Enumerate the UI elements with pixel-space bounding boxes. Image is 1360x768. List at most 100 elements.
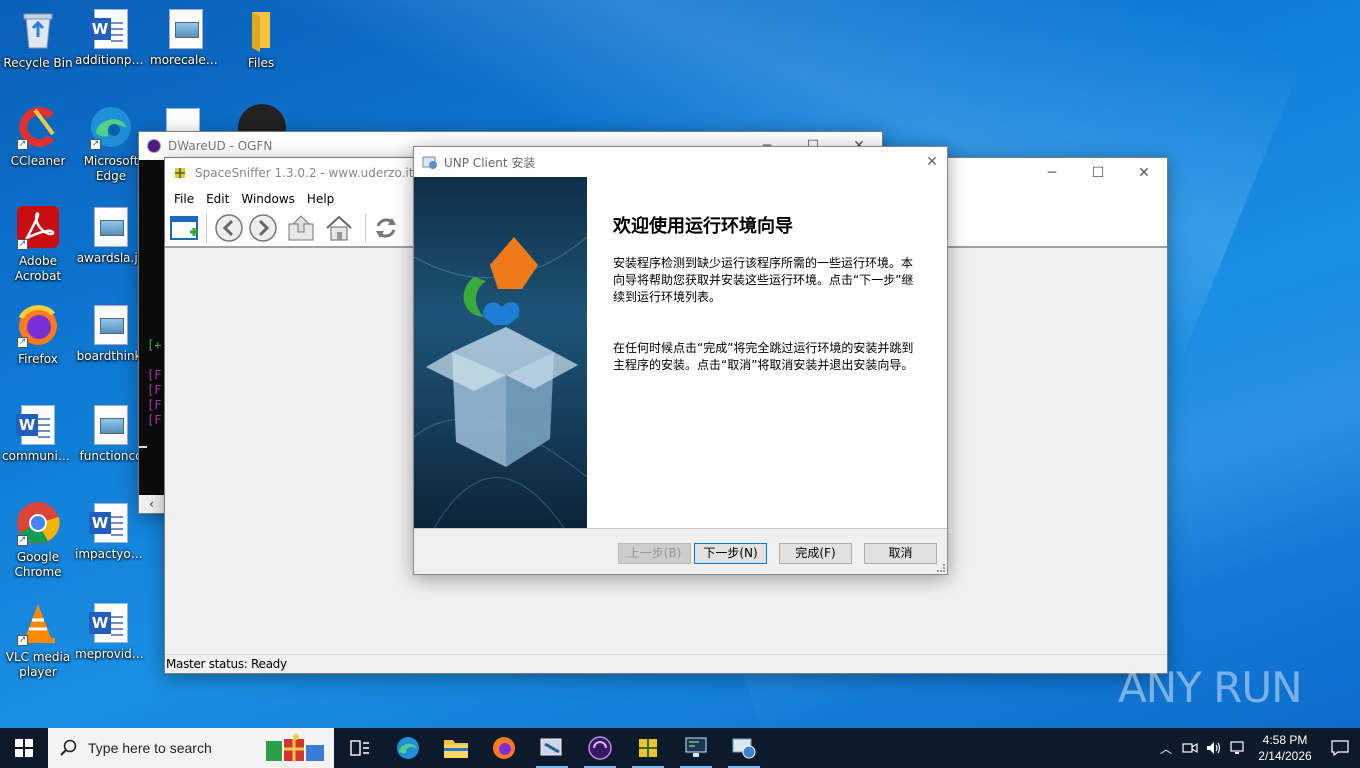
task-view-icon (350, 740, 369, 756)
installer-dialog[interactable]: UNP Client 安装 ✕ 欢迎使用运行环境向导 安装程序检测到缺少运行该程… (413, 146, 948, 575)
word-document-icon: W (16, 405, 55, 445)
installer-app-icon (422, 154, 438, 170)
installer-paragraph-2: 在任何时候点击“完成”将完全跳过运行环境的安装并跳到主程序的安装。点击“取消”将… (613, 341, 914, 372)
desktop-icon-firefox[interactable]: ↗ Firefox (0, 302, 76, 367)
master-status: Master status: Ready (166, 657, 287, 671)
meet-now-icon[interactable] (1178, 728, 1202, 768)
desktop-icon-adobe-acrobat[interactable]: ↗ Adobe Acrobat (0, 204, 76, 284)
next-button[interactable]: 下一步(N) (694, 543, 767, 564)
installer-body: 欢迎使用运行环境向导 安装程序检测到缺少运行该程序所需的一些运行环境。本向导将帮… (414, 177, 947, 528)
refresh-icon[interactable] (370, 212, 404, 244)
installer-banner (414, 177, 587, 528)
home-icon[interactable] (323, 212, 361, 244)
word-document-icon: W (89, 603, 128, 643)
search-placeholder: Type here to search (88, 740, 212, 756)
taskbar-edge[interactable] (384, 728, 432, 768)
desktop-icon-vlc[interactable]: ↗ VLC media player (0, 600, 76, 680)
desktop-icon-communic[interactable]: W communic... (0, 402, 76, 464)
watermark-text: ANY RUN (1118, 662, 1302, 712)
image-file-icon (169, 9, 203, 49)
notification-button[interactable] (1320, 728, 1360, 768)
desktop-icon-google-chrome[interactable]: ↗ Google Chrome (0, 500, 76, 580)
taskbar-firefox[interactable] (480, 728, 528, 768)
search-box[interactable]: Type here to search (48, 728, 334, 768)
menu-help[interactable]: Help (301, 192, 340, 206)
desktop-icon-meprovide[interactable]: W meprovide... (73, 600, 149, 662)
spacesniffer-icon (639, 739, 657, 757)
installer-title: UNP Client 安装 (444, 155, 536, 170)
acrobat-icon: ↗ (15, 204, 61, 250)
back-icon[interactable] (213, 212, 247, 244)
clock[interactable]: 4:58 PM 2/14/2026 (1250, 728, 1320, 768)
folder-icon (444, 740, 468, 758)
taskbar-app-2[interactable] (672, 728, 720, 768)
installer-titlebar[interactable]: UNP Client 安装 ✕ (414, 147, 947, 177)
cancel-button[interactable]: 取消 (864, 543, 937, 564)
installer-paragraph-1: 安装程序检测到缺少运行该程序所需的一些运行环境。本向导将帮助您获取并安装这些运行… (613, 256, 914, 304)
installer-app-icon (540, 738, 562, 756)
firefox-icon: ↗ (15, 302, 61, 348)
recycle-bin-icon (15, 6, 61, 52)
desktop-icon-morecalen[interactable]: morecalen... (148, 6, 224, 68)
spacesniffer-app-icon (173, 166, 187, 180)
folder-icon (238, 6, 284, 52)
taskbar-app-3[interactable] (720, 728, 768, 768)
firefox-icon (493, 737, 515, 759)
status-bar: Master status: Ready (165, 654, 1167, 673)
console-cursor (139, 446, 147, 448)
menu-file[interactable]: File (168, 192, 200, 206)
search-highlight-icon (262, 733, 328, 763)
windows-icon (15, 739, 33, 757)
dwareud-icon (588, 736, 612, 760)
ccleaner-icon: ↗ (15, 104, 61, 150)
installer-heading: 欢迎使用运行环境向导 (613, 216, 793, 237)
word-document-icon: W (89, 9, 128, 49)
edge-icon: ↗ (88, 104, 134, 150)
desktop-icon-files[interactable]: Files (223, 6, 299, 71)
dwareud-title: DWareUD - OGFN (168, 139, 273, 153)
taskbar-file-explorer[interactable] (432, 728, 480, 768)
desktop-icon-additionpo[interactable]: W additionpo... (73, 6, 149, 68)
taskbar-dwareud[interactable] (576, 728, 624, 768)
installer-separator (414, 528, 947, 529)
anyrun-watermark: ANY RUN (1118, 654, 1302, 720)
desktop: Recycle Bin ↗ CCleaner ↗ Adobe Acrobat ↗… (0, 0, 1360, 728)
horizontal-scrollbar[interactable]: ‹ (139, 495, 165, 513)
menu-windows[interactable]: Windows (235, 192, 301, 206)
network-icon[interactable] (1226, 728, 1250, 768)
taskbar: Type here to search ︿ 4:58 PM 2/14/2026 (0, 728, 1360, 768)
forward-icon[interactable] (247, 212, 285, 244)
spacesniffer-title: SpaceSniffer 1.3.0.2 - www.uderzo.it (195, 166, 414, 180)
taskbar-app-1[interactable] (528, 728, 576, 768)
image-file-icon (94, 207, 128, 247)
volume-icon[interactable] (1202, 728, 1226, 768)
up-folder-icon[interactable] (285, 212, 323, 244)
task-view-button[interactable] (336, 728, 384, 768)
start-button[interactable] (0, 728, 48, 768)
desktop-icon-recycle-bin[interactable]: Recycle Bin (0, 6, 76, 71)
box-puzzle-icon (414, 236, 587, 528)
clock-time: 4:58 PM (1262, 733, 1308, 747)
word-document-icon: W (89, 503, 128, 543)
dwareud-app-icon (147, 139, 161, 153)
finish-button[interactable]: 完成(F) (779, 543, 852, 564)
console-output: [+ [F [F [F [F (147, 338, 162, 427)
resize-grip-icon[interactable] (937, 564, 945, 572)
close-button[interactable]: ✕ (1121, 158, 1167, 188)
taskbar-spacesniffer[interactable] (624, 728, 672, 768)
back-button[interactable]: 上一步(B) (618, 543, 691, 564)
image-file-icon (94, 305, 128, 345)
clock-date: 2/14/2026 (1258, 749, 1312, 763)
menu-edit[interactable]: Edit (200, 192, 235, 206)
vlc-icon: ↗ (15, 600, 61, 646)
new-view-icon[interactable] (168, 212, 200, 244)
maximize-button[interactable]: ☐ (1075, 158, 1121, 188)
chrome-icon: ↗ (15, 500, 61, 546)
desktop-icon-ccleaner[interactable]: ↗ CCleaner (0, 104, 76, 169)
minimize-button[interactable]: ─ (1029, 158, 1075, 188)
search-icon (60, 739, 77, 756)
monitor-icon (685, 737, 707, 757)
show-hidden-icons[interactable]: ︿ (1154, 728, 1178, 768)
setup-icon (732, 738, 756, 759)
close-icon[interactable]: ✕ (917, 154, 947, 170)
